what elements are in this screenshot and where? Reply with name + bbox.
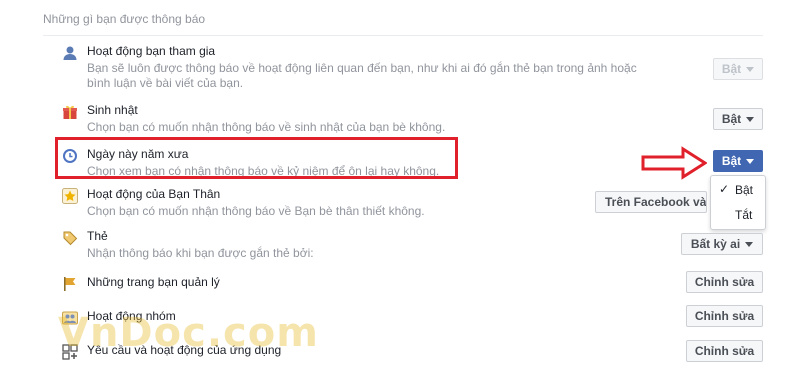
setting-activity-you-join: Hoạt động bạn tham gia Bạn sẽ luôn được … (62, 44, 762, 94)
close-friends-select-button[interactable]: Trên Facebook và E (595, 191, 707, 213)
setting-pages-you-manage: Những trang bạn quản lý (62, 275, 762, 295)
setting-description: Chọn bạn có muốn nhận thông báo về sinh … (87, 120, 446, 134)
gift-icon (62, 104, 78, 120)
caret-icon (746, 158, 755, 164)
setting-title: Hoạt động bạn tham gia (87, 44, 216, 58)
setting-tags: Thẻ Nhận thông báo khi bạn được gắn thẻ … (62, 229, 762, 261)
pages-edit-button[interactable]: Chỉnh sửa (686, 271, 763, 293)
tags-select-button[interactable]: Bất kỳ ai (681, 233, 763, 255)
caret-icon (746, 116, 755, 122)
flag-icon (62, 276, 78, 292)
divider (43, 35, 763, 36)
group-icon (62, 310, 78, 326)
groups-edit-button[interactable]: Chỉnh sửa (686, 305, 763, 327)
activity-toggle-button[interactable]: Bật (713, 58, 763, 80)
star-icon (62, 188, 78, 204)
setting-description: Bạn sẽ luôn được thông báo về hoạt động … (87, 61, 637, 90)
caret-icon (745, 241, 754, 247)
setting-title: Yêu cầu và hoạt động của ứng dụng (87, 343, 282, 357)
setting-title: Hoạt động của Bạn Thân (87, 187, 221, 201)
setting-app-requests: Yêu cầu và hoạt động của ứng dụng (62, 343, 762, 363)
on-this-day-toggle-button[interactable]: Bật (713, 150, 763, 172)
setting-description: Chọn bạn có muốn nhận thông báo về Bạn b… (87, 204, 425, 218)
setting-group-activity: Hoạt động nhóm (62, 309, 762, 329)
section-title: Những gì bạn được thông báo (43, 12, 206, 26)
setting-title: Hoạt động nhóm (87, 309, 176, 323)
setting-description: Nhận thông báo khi bạn được gắn thẻ bởi: (87, 246, 314, 260)
caret-icon (746, 66, 755, 72)
tag-icon (62, 230, 78, 246)
setting-title: Thẻ (87, 229, 108, 243)
birthday-toggle-button[interactable]: Bật (713, 108, 763, 130)
setting-title: Những trang bạn quản lý (87, 275, 220, 289)
setting-title: Sinh nhật (87, 103, 138, 117)
person-icon (62, 45, 78, 61)
apps-icon (62, 344, 78, 360)
apps-edit-button[interactable]: Chỉnh sửa (686, 340, 763, 362)
highlight-box (55, 137, 458, 179)
setting-birthdays: Sinh nhật Chọn bạn có muốn nhận thông bá… (62, 103, 762, 135)
right-arrow-icon (641, 146, 708, 185)
